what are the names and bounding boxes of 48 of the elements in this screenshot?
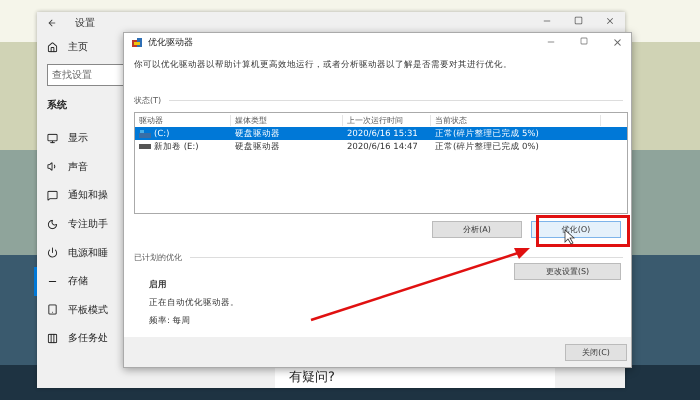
sidebar-item[interactable]: 电源和睡 [34,238,123,267]
action-button[interactable]: 分析(A) [432,221,522,238]
sidebar-item[interactable]: 通知和操 [34,181,123,210]
table-cell: 2020/6/16 14:47 [347,142,418,152]
monitor-icon [47,132,58,144]
drive-row[interactable]: 新加卷 (E:) 硬盘驱动器 2020/6/16 14:47 正常(碎片整理已完成 0%) [135,140,627,153]
column-header[interactable]: 驱动器 [135,114,231,126]
close-icon[interactable] [612,36,623,48]
sidebar-item[interactable]: 多任务处 [34,324,123,353]
close-button[interactable]: 关闭(C) [565,344,627,360]
sidebar-item[interactable]: 声音 [34,152,123,182]
column-header[interactable]: 上一次运行时间 [343,114,431,126]
table-cell: 正常(碎片整理已完成 5%) [435,128,539,140]
drive-row[interactable]: (C:) 硬盘驱动器 2020/6/16 15:31 正常(碎片整理已完成 5%) [135,127,627,140]
message-icon [47,190,58,201]
defrag-icon [132,38,142,46]
sidebar-item[interactable]: 专注助手 [34,210,123,238]
table-cell: 硬盘驱动器 [235,128,280,140]
group-label: 状态(T) [134,95,162,106]
table-cell: (C:) [154,128,170,138]
table-cell: 新加卷 (E:) [154,140,199,152]
moon-icon [47,218,58,230]
table-cell: 正常(碎片整理已完成 0%) [435,140,539,152]
column-header[interactable]: 媒体类型 [231,114,343,126]
maximize-icon[interactable] [580,36,588,44]
table-cell: 硬盘驱动器 [235,140,280,152]
maximize-icon[interactable] [574,16,583,25]
dialog-title: 优化驱动器 [148,36,193,48]
tablet-icon [47,304,58,316]
back-icon[interactable] [47,18,57,28]
sidebar-item[interactable]: 显示 [34,124,123,153]
speaker-icon [47,161,58,172]
columns-icon [47,332,58,344]
power-icon [47,247,58,258]
schedule-state: 启用 [149,279,168,291]
change-settings-button[interactable]: 更改设置(S) [514,263,621,280]
column-header[interactable]: 当前状态 [431,114,601,126]
home-icon[interactable] [47,42,58,52]
close-icon[interactable] [605,16,615,26]
nav-item[interactable]: 主页 [68,40,88,54]
section-heading: 系统 [46,98,68,113]
frequency-text: 频率: 每周 [149,315,192,327]
sidebar-item[interactable]: 平板模式 [34,296,123,324]
description-text: 你可以优化驱动器以帮助计算机更高效地运行，或者分析驱动器以了解是否需要对其进行优化。 [134,59,513,71]
table-cell: 2020/6/16 15:31 [347,128,418,138]
schedule-text: 正在自动优化驱动器。 [149,297,240,309]
group-label: 已计划的优化 [134,252,182,263]
window-title: 设置 [75,16,95,30]
